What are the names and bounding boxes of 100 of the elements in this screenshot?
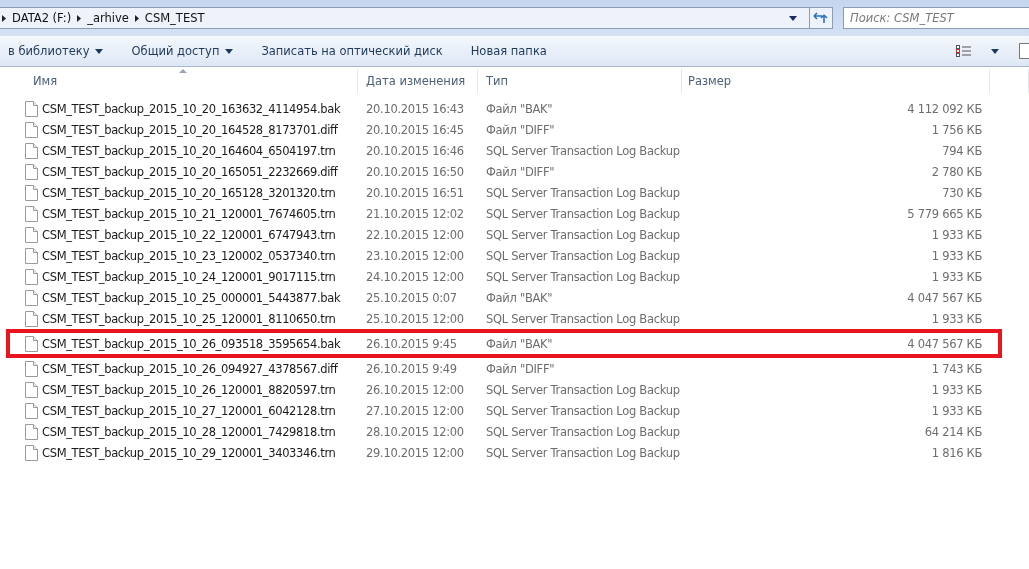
file-type: Файл "DIFF" — [485, 122, 555, 137]
file-name[interactable]: CSM_TEST_backup_2015_10_20_163632_4114954.bak — [42, 101, 341, 116]
file-name[interactable]: CSM_TEST_backup_2015_10_20_165051_2232669.diff — [42, 164, 338, 179]
file-icon — [25, 444, 38, 461]
dropdown-icon[interactable] — [789, 15, 797, 21]
date-modified: 20.10.2015 16:43 — [365, 101, 464, 116]
file-icon — [25, 423, 38, 440]
date-modified: 24.10.2015 12:00 — [365, 269, 464, 284]
address-field[interactable]: DATA2 (F:) _arhive CSM_TEST — [0, 7, 810, 29]
file-name[interactable]: CSM_TEST_backup_2015_10_25_000001_5443877.bak — [42, 290, 341, 305]
file-name[interactable]: CSM_TEST_backup_2015_10_24_120001_9017115.trn — [42, 269, 336, 284]
search-field[interactable]: Поиск: CSM_TEST — [843, 7, 1029, 29]
file-size: 1 933 КБ — [931, 403, 982, 418]
file-type: SQL Server Transaction Log Backup — [485, 185, 680, 200]
date-modified: 26.10.2015 9:49 — [365, 361, 457, 376]
file-icon — [25, 142, 38, 159]
file-type: Файл "DIFF" — [485, 164, 555, 179]
file-name[interactable]: CSM_TEST_backup_2015_10_20_164528_8173701.diff — [42, 122, 338, 137]
file-size: 1 933 КБ — [931, 382, 982, 397]
file-icon — [25, 100, 38, 117]
file-type: SQL Server Transaction Log Backup — [485, 382, 680, 397]
file-row[interactable]: CSM_TEST_backup_2015_10_27_120001_6042128.trn 27.10.2015 12:00 SQL Server Transaction Log Backup 1 933 КБ — [10, 400, 998, 421]
file-icon — [25, 381, 38, 398]
column-header[interactable]: Тип — [478, 69, 682, 93]
file-icon — [25, 205, 38, 222]
caret-icon — [991, 48, 999, 54]
file-icon — [25, 360, 38, 377]
file-type: SQL Server Transaction Log Backup — [485, 227, 680, 242]
file-name[interactable]: CSM_TEST_backup_2015_10_29_120001_3403346.trn — [42, 445, 336, 460]
breadcrumb[interactable]: _arhive — [87, 11, 129, 25]
refresh-button[interactable] — [809, 7, 833, 29]
file-name[interactable]: CSM_TEST_backup_2015_10_26_094927_4378567.diff — [42, 361, 338, 376]
file-name[interactable]: CSM_TEST_backup_2015_10_20_165128_3201320.trn — [42, 185, 336, 200]
date-modified: 28.10.2015 12:00 — [365, 424, 464, 439]
date-modified: 23.10.2015 12:00 — [365, 248, 464, 263]
view-icon[interactable] — [956, 45, 971, 57]
breadcrumb[interactable]: CSM_TEST — [144, 11, 205, 25]
file-row[interactable]: CSM_TEST_backup_2015_10_25_120001_8110650.trn 25.10.2015 12:00 SQL Server Transaction Log Backup 1 933 КБ — [10, 308, 998, 329]
file-size: 4 047 567 КБ — [907, 336, 982, 351]
file-row[interactable]: CSM_TEST_backup_2015_10_20_165051_2232669.diff 20.10.2015 16:50 Файл "DIFF" 2 780 КБ — [10, 161, 998, 182]
file-row[interactable]: CSM_TEST_backup_2015_10_26_094927_4378567.diff 26.10.2015 9:49 Файл "DIFF" 1 743 КБ — [10, 358, 998, 379]
file-size: 794 КБ — [942, 143, 982, 158]
file-type: SQL Server Transaction Log Backup — [485, 269, 680, 284]
caret-icon — [95, 48, 104, 54]
file-row[interactable]: CSM_TEST_backup_2015_10_26_093518_3595654.bak 26.10.2015 9:45 Файл "BAK" 4 047 567 КБ — [10, 333, 998, 354]
toolbar-button[interactable]: Записать на оптический диск — [249, 40, 455, 62]
file-type: SQL Server Transaction Log Backup — [485, 403, 680, 418]
file-row[interactable]: CSM_TEST_backup_2015_10_22_120001_6747943.trn 22.10.2015 12:00 SQL Server Transaction Log Backup 1 933 КБ — [10, 224, 998, 245]
file-icon — [25, 121, 38, 138]
file-row[interactable]: CSM_TEST_backup_2015_10_28_120001_7429818.trn 28.10.2015 12:00 SQL Server Transaction Log Backup 64 214 КБ — [10, 421, 998, 442]
toolbar-button[interactable]: Новая папка — [458, 40, 559, 62]
file-type: SQL Server Transaction Log Backup — [485, 206, 680, 221]
date-modified: 20.10.2015 16:46 — [365, 143, 464, 158]
caret-icon — [225, 48, 234, 54]
file-size: 4 047 567 КБ — [907, 290, 982, 305]
file-name[interactable]: CSM_TEST_backup_2015_10_27_120001_6042128.trn — [42, 403, 336, 418]
file-type: SQL Server Transaction Log Backup — [485, 424, 680, 439]
file-row[interactable]: CSM_TEST_backup_2015_10_20_164604_6504197.trn 20.10.2015 16:46 SQL Server Transaction Log Backup 794 КБ — [10, 140, 998, 161]
file-row[interactable]: CSM_TEST_backup_2015_10_23_120002_0537340.trn 23.10.2015 12:00 SQL Server Transaction Log Backup 1 933 КБ — [10, 245, 998, 266]
file-name[interactable]: CSM_TEST_backup_2015_10_23_120002_0537340.trn — [42, 248, 336, 263]
date-modified: 21.10.2015 12:02 — [365, 206, 464, 221]
toolbar-button[interactable]: в библиотеку — [0, 40, 116, 62]
file-icon — [25, 268, 38, 285]
column-header[interactable]: Размер — [682, 69, 990, 93]
file-row[interactable]: CSM_TEST_backup_2015_10_21_120001_7674605.trn 21.10.2015 12:02 SQL Server Transaction Log Backup 5 779 665 КБ — [10, 203, 998, 224]
file-size: 730 КБ — [942, 185, 982, 200]
date-modified: 20.10.2015 16:50 — [365, 164, 464, 179]
file-row[interactable]: CSM_TEST_backup_2015_10_26_120001_8820597.trn 26.10.2015 12:00 SQL Server Transaction Log Backup 1 933 КБ — [10, 379, 998, 400]
date-modified: 29.10.2015 12:00 — [365, 445, 464, 460]
file-type: Файл "DIFF" — [485, 361, 555, 376]
chevron-icon — [2, 14, 6, 22]
file-size: 1 933 КБ — [931, 269, 982, 284]
file-row[interactable]: CSM_TEST_backup_2015_10_24_120001_9017115.trn 24.10.2015 12:00 SQL Server Transaction Log Backup 1 933 КБ — [10, 266, 998, 287]
chevron-icon — [77, 14, 82, 22]
file-row[interactable]: CSM_TEST_backup_2015_10_25_000001_5443877.bak 25.10.2015 0:07 Файл "BAK" 4 047 567 КБ — [10, 287, 998, 308]
file-row[interactable]: CSM_TEST_backup_2015_10_20_164528_8173701.diff 20.10.2015 16:45 Файл "DIFF" 1 756 КБ — [10, 119, 998, 140]
file-icon — [25, 335, 38, 352]
pane-icon[interactable] — [1019, 43, 1029, 59]
sort-arrow-icon — [178, 69, 187, 73]
file-name[interactable]: CSM_TEST_backup_2015_10_21_120001_7674605.trn — [42, 206, 336, 221]
file-icon — [25, 163, 38, 180]
file-row[interactable]: CSM_TEST_backup_2015_10_20_165128_3201320.trn 20.10.2015 16:51 SQL Server Transaction Log Backup 730 КБ — [10, 182, 998, 203]
file-name[interactable]: CSM_TEST_backup_2015_10_26_120001_8820597.trn — [42, 382, 336, 397]
file-size: 1 933 КБ — [931, 227, 982, 242]
file-type: Файл "BAK" — [485, 336, 553, 351]
file-type: SQL Server Transaction Log Backup — [485, 445, 680, 460]
file-row[interactable]: CSM_TEST_backup_2015_10_20_163632_4114954.bak 20.10.2015 16:43 Файл "BAK" 4 112 092 КБ — [10, 98, 998, 119]
column-header[interactable]: Дата изменения — [358, 69, 478, 93]
file-size: 1 816 КБ — [931, 445, 982, 460]
file-name[interactable]: CSM_TEST_backup_2015_10_25_120001_8110650.trn — [42, 311, 336, 326]
date-modified: 27.10.2015 12:00 — [365, 403, 464, 418]
toolbar-button[interactable]: Общий доступ — [119, 40, 246, 62]
column-header[interactable]: Имя — [0, 69, 358, 93]
breadcrumb[interactable]: DATA2 (F:) — [12, 11, 72, 25]
file-size: 1 743 КБ — [931, 361, 982, 376]
file-name[interactable]: CSM_TEST_backup_2015_10_22_120001_6747943.trn — [42, 227, 336, 242]
file-name[interactable]: CSM_TEST_backup_2015_10_20_164604_6504197.trn — [42, 143, 336, 158]
file-name[interactable]: CSM_TEST_backup_2015_10_26_093518_3595654.bak — [42, 336, 341, 351]
file-name[interactable]: CSM_TEST_backup_2015_10_28_120001_7429818.trn — [42, 424, 336, 439]
file-row[interactable]: CSM_TEST_backup_2015_10_29_120001_3403346.trn 29.10.2015 12:00 SQL Server Transaction Log Backup 1 816 КБ — [10, 442, 998, 463]
